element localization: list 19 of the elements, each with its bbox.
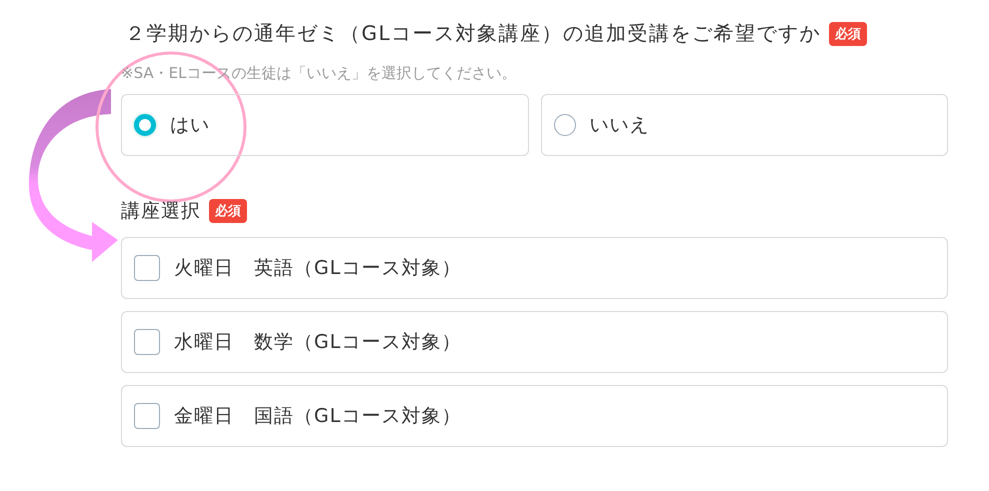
option-label: 金曜日 国語（GLコース対象） (174, 404, 462, 429)
checkbox-option[interactable]: 火曜日 英語（GLコース対象） (121, 237, 948, 299)
checkbox[interactable] (134, 403, 160, 429)
section-label: 講座選択 (121, 199, 201, 224)
option-label: いいえ (590, 113, 650, 138)
checkbox[interactable] (134, 329, 160, 355)
checkbox-option[interactable]: 金曜日 国語（GLコース対象） (121, 385, 948, 447)
option-label: 火曜日 英語（GLコース対象） (174, 256, 462, 281)
required-badge: 必須 (209, 199, 247, 223)
option-label: 水曜日 数学（GLコース対象） (174, 330, 462, 355)
question-label: ２学期からの通年ゼミ（GLコース対象講座）の追加受講をご希望ですか (125, 20, 822, 47)
radio-button[interactable] (134, 114, 156, 136)
radio-option[interactable]: はい (121, 94, 528, 156)
checkbox-option[interactable]: 水曜日 数学（GLコース対象） (121, 311, 948, 373)
option-label: はい (170, 113, 210, 138)
checkbox[interactable] (134, 255, 160, 281)
required-badge: 必須 (829, 22, 868, 46)
radio-button[interactable] (554, 114, 576, 136)
radio-option[interactable]: いいえ (540, 94, 948, 156)
